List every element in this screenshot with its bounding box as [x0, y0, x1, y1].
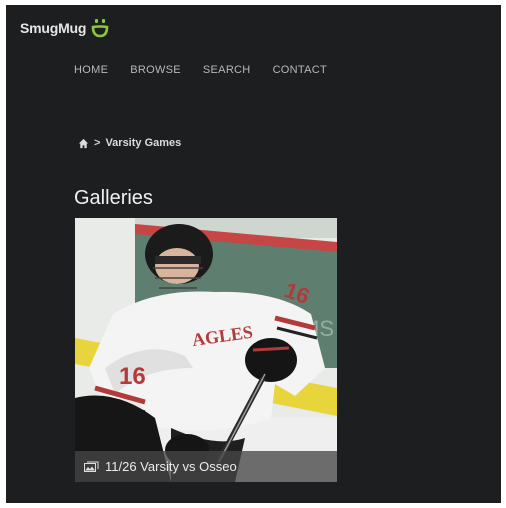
nav-contact[interactable]: CONTACT	[273, 64, 327, 76]
page-frame: SmugMug HOME BROWSE SEARCH CONTACT > Var…	[6, 5, 501, 503]
breadcrumb-current[interactable]: Varsity Games	[105, 137, 181, 149]
gallery-caption-bar: 11/26 Varsity vs Osseo	[75, 451, 337, 482]
nav-search[interactable]: SEARCH	[203, 64, 251, 76]
nav-home[interactable]: HOME	[74, 64, 108, 76]
smugmug-logo[interactable]: SmugMug	[20, 18, 110, 38]
nav-browse[interactable]: BROWSE	[130, 64, 181, 76]
gallery-icon	[84, 461, 99, 472]
gallery-card[interactable]: MS 16 16 AGLES 11/26 Varsity vs Osseo	[75, 218, 337, 482]
gallery-title: 11/26 Varsity vs Osseo	[105, 459, 237, 474]
svg-text:16: 16	[119, 363, 146, 390]
page-title: Galleries	[74, 187, 153, 209]
gallery-cover-photo: MS 16 16 AGLES	[75, 218, 337, 482]
logo-text: SmugMug	[20, 20, 87, 36]
smugmug-smile-icon	[91, 19, 109, 38]
breadcrumb: > Varsity Games	[78, 137, 181, 149]
breadcrumb-separator: >	[94, 137, 101, 149]
main-nav: HOME BROWSE SEARCH CONTACT	[74, 64, 327, 76]
home-icon[interactable]	[78, 138, 89, 149]
